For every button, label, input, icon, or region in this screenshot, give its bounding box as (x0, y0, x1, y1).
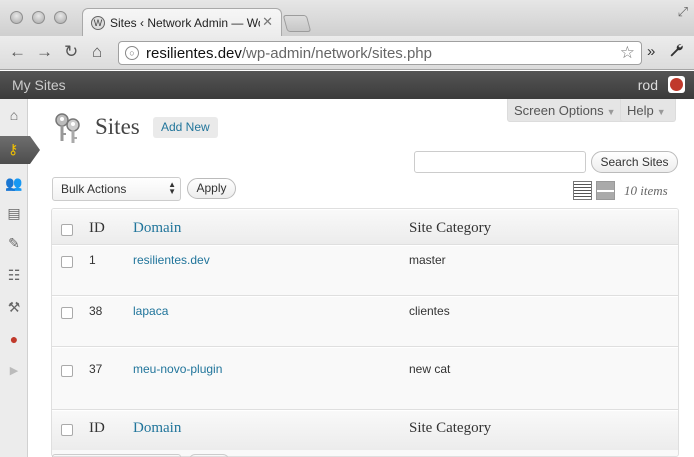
avatar[interactable] (668, 76, 685, 93)
row-checkbox[interactable] (61, 256, 73, 268)
bookmark-star-icon[interactable]: ☆ (620, 43, 635, 63)
main-content: Screen Options ▼ Help ▼ Sites Add New Sear… (29, 99, 694, 457)
address-bar[interactable]: ○ resilientes.dev/wp-admin/network/sites… (118, 41, 642, 65)
wp-admin-bar: My Sites rod (0, 71, 694, 99)
user-name[interactable]: rod (638, 77, 658, 93)
reload-icon[interactable]: ↻ (64, 42, 78, 62)
column-footer-id: ID (89, 420, 105, 436)
tools-icon[interactable]: ⚒ (4, 297, 24, 317)
table-row: 38 lapaca clientes (52, 296, 678, 347)
sites-table: ID Domain Site Category 1 resilientes.de… (51, 208, 679, 457)
search-sites-button[interactable]: Search Sites (591, 151, 678, 173)
help-label: Help (627, 103, 654, 118)
chevron-down-icon: ▼ (606, 107, 616, 117)
sites-keys-icon (55, 113, 80, 143)
column-header-category: Site Category (409, 220, 492, 236)
select-all-checkbox[interactable] (61, 424, 73, 436)
custom-plugin-icon[interactable]: ● (4, 329, 24, 349)
table-header-row: ID Domain Site Category (52, 209, 678, 245)
site-domain-link[interactable]: meu-novo-plugin (133, 362, 222, 376)
add-new-button[interactable]: Add New (153, 117, 218, 138)
site-id: 37 (89, 362, 103, 376)
collapse-icon[interactable]: ▶ (4, 361, 24, 381)
dashboard-icon[interactable]: ⌂ (4, 105, 24, 125)
site-domain-link[interactable]: resilientes.dev (133, 253, 210, 267)
help-tab[interactable]: Help ▼ (620, 99, 676, 122)
site-domain-link[interactable]: lapaca (133, 304, 168, 318)
sites-icon: ⚷ (8, 141, 19, 157)
items-count: 10 items (624, 183, 668, 198)
column-header-id: ID (89, 220, 105, 236)
back-icon[interactable]: ← (9, 42, 26, 62)
wordpress-favicon-icon: W (91, 16, 105, 30)
window-close-button[interactable] (10, 11, 23, 24)
home-icon[interactable]: ⌂ (92, 42, 102, 62)
tab-title: Sites ‹ Network Admin — Wo (110, 16, 260, 30)
page-info-icon[interactable]: ○ (125, 46, 139, 60)
url-host: resilientes.dev (146, 45, 242, 62)
browser-toolbar: ← → ↻ ⌂ ○ resilientes.dev/wp-admin/netwo… (0, 36, 694, 70)
site-category: clientes (409, 304, 450, 318)
apply-button[interactable]: Apply (187, 178, 236, 199)
table-row: 37 meu-novo-plugin new cat (52, 347, 678, 410)
site-category: new cat (409, 362, 451, 376)
browser-titlebar: W Sites ‹ Network Admin — Wo ✕ ⤢ (0, 0, 694, 37)
excerpt-view-icon[interactable] (596, 181, 615, 200)
row-checkbox[interactable] (61, 307, 73, 319)
settings-icon[interactable]: ☷ (4, 265, 24, 285)
search-input[interactable] (414, 151, 586, 173)
users-icon[interactable]: 👥 (4, 173, 24, 193)
window-zoom-button[interactable] (54, 11, 67, 24)
screen-options-label: Screen Options (514, 103, 604, 118)
browser-tab[interactable]: W Sites ‹ Network Admin — Wo ✕ (82, 8, 282, 37)
plugins-icon[interactable]: ✎ (4, 233, 24, 253)
column-header-domain[interactable]: Domain (133, 220, 181, 237)
page-title: Sites (95, 114, 140, 139)
select-all-checkbox[interactable] (61, 224, 73, 236)
bulk-actions-select[interactable]: Bulk Actions ▲ ▼ (52, 177, 181, 201)
admin-sidebar: ⌂ ⚷ 👥 ▤ ✎ ☷ ⚒ ● ▶ (0, 99, 40, 457)
site-category: master (409, 253, 446, 267)
extensions-overflow-icon[interactable]: » (647, 43, 655, 60)
chevron-down-icon: ▼ (656, 107, 666, 117)
window-minimize-button[interactable] (32, 11, 45, 24)
url-path: /wp-admin/network/sites.php (241, 45, 432, 62)
row-checkbox[interactable] (61, 365, 73, 377)
fullscreen-icon[interactable]: ⤢ (678, 4, 688, 20)
site-id: 38 (89, 304, 103, 318)
wrench-menu-icon[interactable] (668, 42, 684, 63)
table-row: 1 resilientes.dev master (52, 245, 678, 296)
url-text: resilientes.dev/wp-admin/network/sites.p… (146, 45, 432, 62)
my-sites-menu[interactable]: My Sites (12, 77, 66, 93)
bulk-actions-label: Bulk Actions (61, 182, 127, 196)
new-tab-button[interactable] (282, 15, 312, 32)
list-view-icon[interactable] (573, 181, 592, 200)
column-footer-domain[interactable]: Domain (133, 420, 181, 437)
select-arrows-icon: ▲ ▼ (168, 180, 176, 196)
table-footer-row: ID Domain Site Category (52, 410, 678, 450)
tab-close-icon[interactable]: ✕ (262, 14, 273, 30)
forward-icon[interactable]: → (36, 42, 53, 62)
column-footer-category: Site Category (409, 420, 492, 436)
themes-icon[interactable]: ▤ (4, 203, 24, 223)
site-id: 1 (89, 253, 96, 267)
